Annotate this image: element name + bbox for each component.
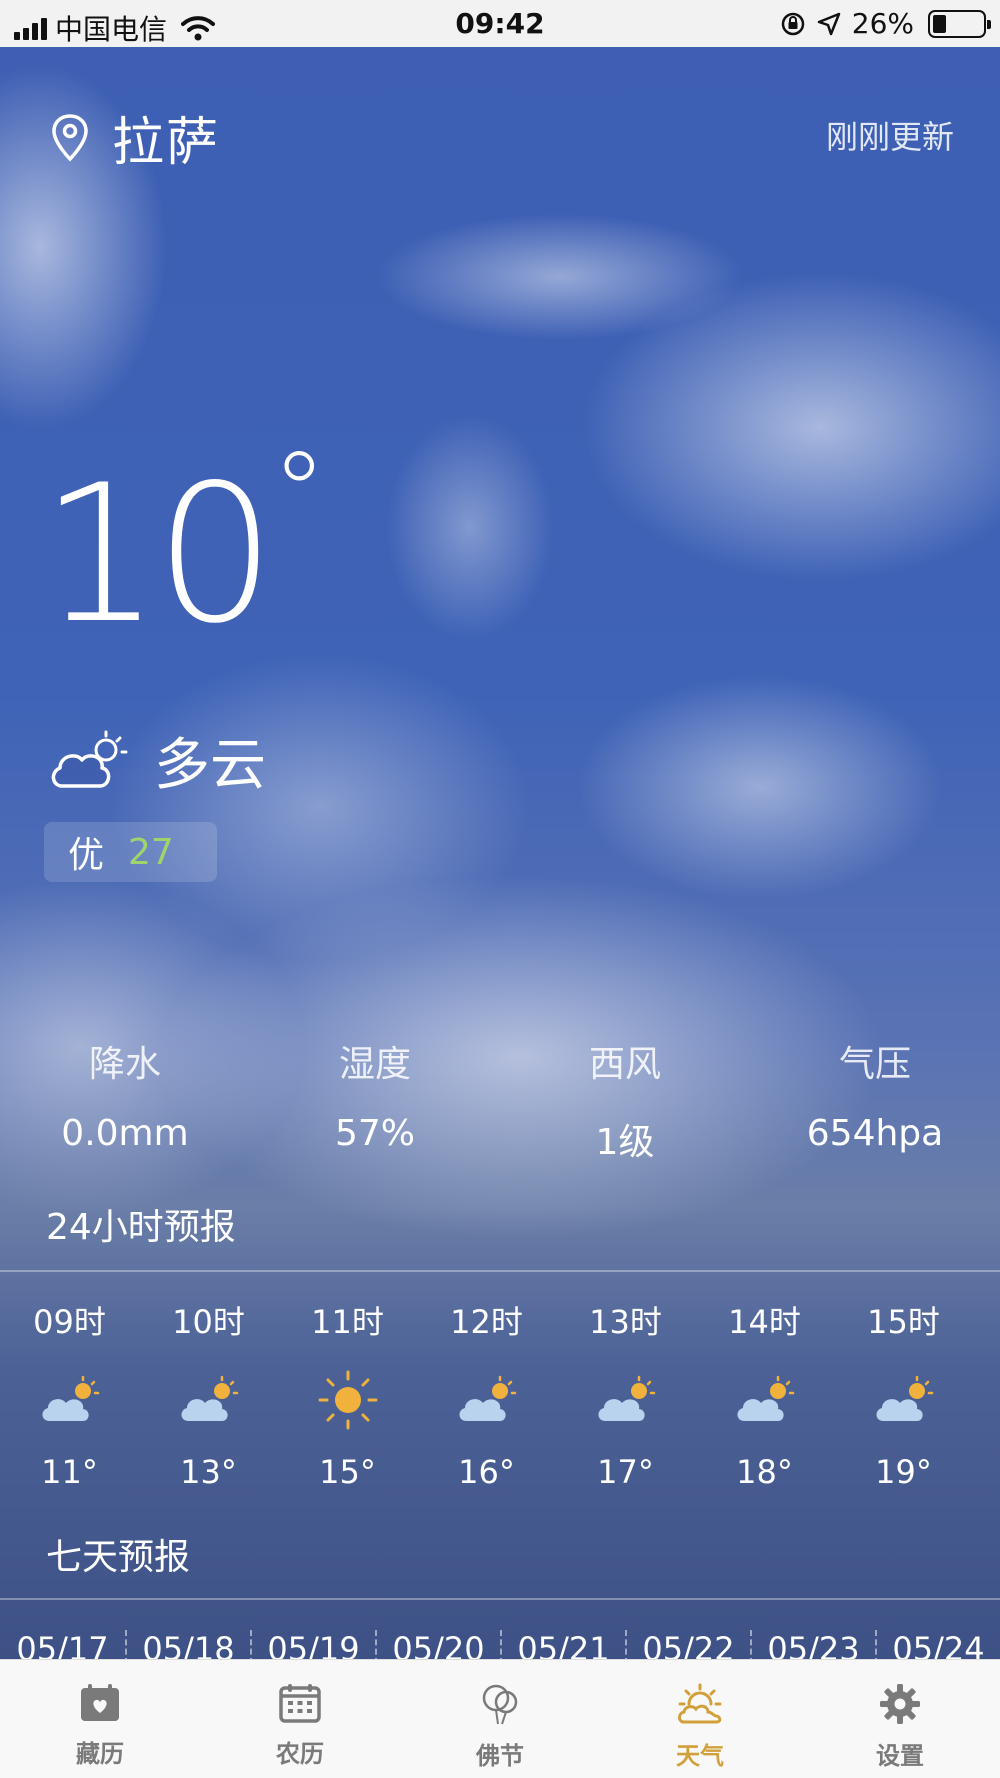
hour-item: 12时 16°	[417, 1297, 556, 1491]
hour-time: 12时	[450, 1303, 523, 1341]
temperature-value: 10	[40, 444, 276, 665]
tab-label: 农历	[276, 1740, 324, 1768]
hour-temp: 18°	[736, 1453, 793, 1491]
weekly-forecast-title: 七天预报	[46, 1537, 191, 1578]
hour-item: 14时 18°	[695, 1297, 834, 1491]
weather-stats: 降水 0.0mm 湿度 57% 西风 1级 气压 654hpa	[0, 1035, 1000, 1165]
stat-value: 57%	[334, 1113, 415, 1154]
partly-cloudy-icon	[41, 1375, 99, 1421]
current-temperature: 10°	[40, 437, 327, 650]
hour-temp: 11°	[41, 1453, 98, 1491]
status-bar: 中国电信 09:42 26%	[0, 0, 1000, 47]
stat-humidity: 湿度 57%	[250, 1035, 500, 1165]
tab-label: 藏历	[76, 1740, 124, 1768]
location-pin-icon	[52, 113, 88, 161]
partly-cloudy-icon	[180, 1375, 238, 1421]
partly-cloudy-icon	[597, 1375, 655, 1421]
hour-item: 09时 11°	[0, 1297, 139, 1491]
stat-precipitation: 降水 0.0mm	[0, 1035, 250, 1165]
stat-wind: 西风 1级	[500, 1035, 750, 1165]
stat-label: 西风	[588, 1044, 661, 1085]
hour-temp: 19°	[875, 1453, 932, 1491]
hour-time: 14时	[728, 1303, 801, 1341]
stat-label: 降水	[88, 1044, 161, 1085]
lunar-calendar-icon	[279, 1684, 321, 1723]
stat-value: 654hpa	[806, 1113, 944, 1154]
weather-icon	[678, 1683, 722, 1724]
stat-label: 气压	[838, 1044, 911, 1085]
hour-item: 13时 17°	[556, 1297, 695, 1491]
weekly-divider	[0, 1598, 1000, 1600]
hour-item: 10时 13°	[139, 1297, 278, 1491]
hour-time: 11时	[311, 1303, 384, 1341]
tab-label: 设置	[876, 1742, 924, 1770]
hour-temp: 13°	[180, 1453, 237, 1491]
aqi-value: 27	[128, 831, 174, 873]
tab-weather[interactable]: 天气	[600, 1660, 800, 1778]
hour-temp: 15°	[319, 1453, 376, 1491]
current-condition: 多云	[48, 720, 266, 801]
partly-cloudy-icon	[736, 1375, 794, 1421]
tab-settings[interactable]: 设置	[800, 1660, 1000, 1778]
hour-time: 15时	[867, 1303, 940, 1341]
hourly-divider	[0, 1270, 1000, 1272]
location-header[interactable]: 拉萨	[50, 100, 220, 175]
stat-value: 1级	[595, 1122, 655, 1163]
location-arrow-icon	[817, 12, 841, 35]
hour-item: 15时 19°	[834, 1297, 973, 1491]
tab-lunar-calendar[interactable]: 农历	[200, 1660, 400, 1778]
partly-cloudy-icon	[875, 1375, 933, 1421]
hour-temp: 16°	[458, 1453, 515, 1491]
hourly-forecast[interactable]: 09时 11° 10时 13° 11时 15° 12时 16° 13时 17° …	[0, 1297, 1000, 1491]
update-status: 刚刚更新	[825, 118, 954, 156]
tab-label: 天气	[676, 1742, 724, 1770]
tab-buddhist-festival[interactable]: 佛节	[400, 1660, 600, 1778]
hour-time: 13时	[589, 1303, 662, 1341]
tab-tibetan-calendar[interactable]: 藏历	[0, 1660, 200, 1778]
settings-gear-icon	[880, 1684, 920, 1724]
aqi-label: 优	[68, 835, 105, 876]
city-name: 拉萨	[112, 113, 221, 173]
tab-label: 佛节	[476, 1742, 524, 1770]
status-right: 26%	[780, 7, 991, 40]
hour-time: 09时	[33, 1303, 106, 1341]
rotation-lock-icon	[781, 12, 805, 35]
tibetan-calendar-icon	[81, 1684, 119, 1721]
partly-cloudy-icon	[51, 730, 128, 788]
stat-value: 0.0mm	[61, 1113, 189, 1154]
buddhist-festival-icon	[482, 1684, 518, 1725]
battery-percent: 26%	[851, 7, 914, 40]
degree-symbol: °	[271, 428, 327, 556]
tab-bar: 藏历 农历 佛节 天气 设置	[0, 1659, 1000, 1778]
stat-label: 湿度	[338, 1044, 411, 1085]
aqi-badge[interactable]: 优 27	[44, 822, 217, 882]
battery-icon	[928, 9, 991, 38]
hour-temp: 17°	[597, 1453, 654, 1491]
condition-text: 多云	[154, 733, 266, 798]
stat-pressure: 气压 654hpa	[750, 1035, 1000, 1165]
hourly-forecast-title: 24小时预报	[46, 1207, 236, 1248]
partly-cloudy-icon	[458, 1375, 516, 1421]
hour-time: 10时	[172, 1303, 245, 1341]
hour-item: 11时 15°	[278, 1297, 417, 1491]
sun-icon	[318, 1370, 377, 1430]
